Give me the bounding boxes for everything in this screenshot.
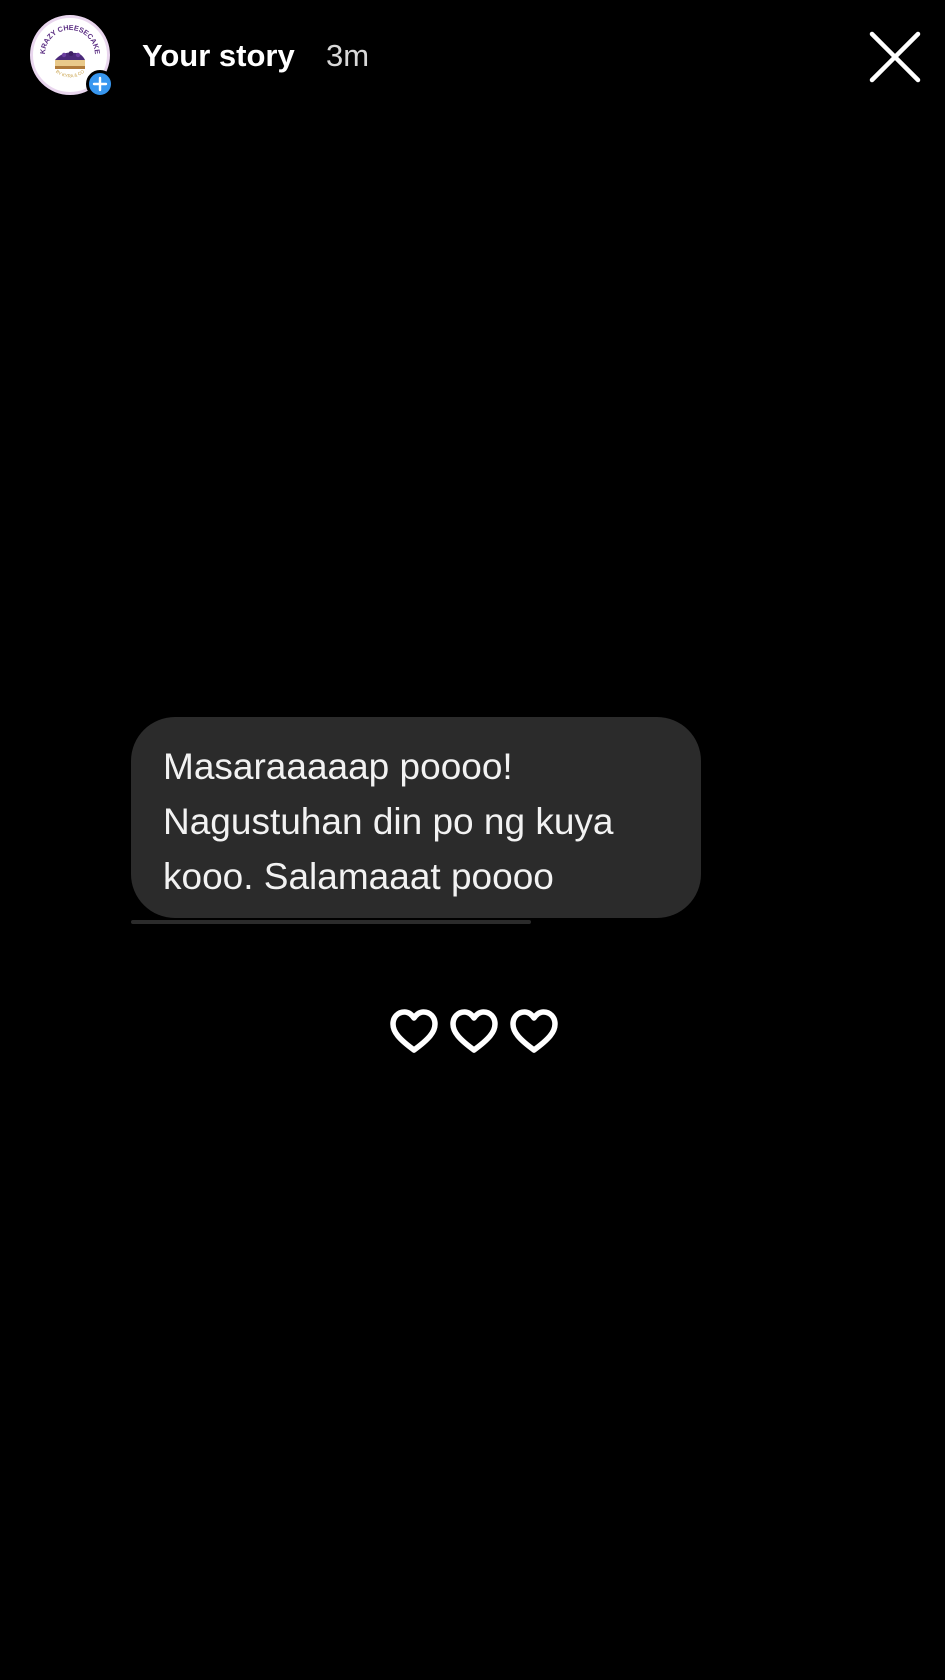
story-header: KRAZY CHEESECAKE BY KYRA & CO Your story… <box>0 0 945 112</box>
add-story-button[interactable] <box>86 70 114 98</box>
story-title: Your story <box>142 38 295 73</box>
cropped-bubble-edge <box>131 920 531 924</box>
message-line: Masaraaaaap poooo! <box>163 746 513 787</box>
story-timestamp: 3m <box>326 38 370 73</box>
close-icon <box>869 31 921 83</box>
heart-icon <box>390 1009 438 1053</box>
reaction-stickers <box>389 1007 559 1057</box>
message-bubble: Masaraaaaap poooo! Nagustuhan din po ng … <box>131 717 701 918</box>
message-line: Nagustuhan din po ng kuya <box>163 801 614 842</box>
close-button[interactable] <box>866 28 924 86</box>
message-line: kooo. Salamaaat poooo <box>163 856 554 897</box>
plus-icon <box>92 76 108 92</box>
heart-icon <box>510 1009 558 1053</box>
heart-icon <box>450 1009 498 1053</box>
